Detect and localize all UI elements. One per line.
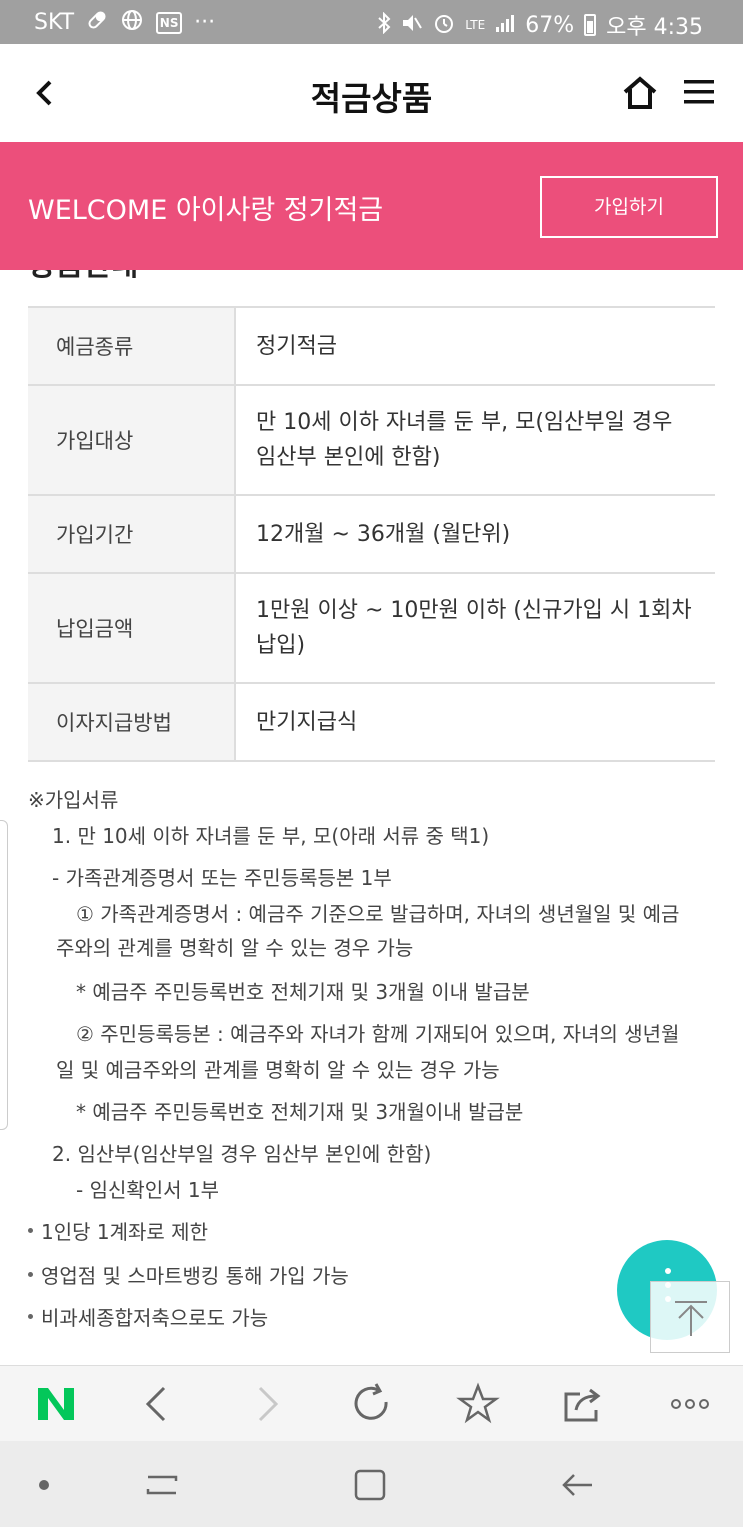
row-label: 이자지급방법: [28, 684, 236, 760]
system-back-icon[interactable]: [556, 1463, 600, 1507]
carrier-label: SKT: [34, 10, 75, 35]
bluetooth-icon: [377, 11, 391, 39]
bullet-icon: [28, 1314, 33, 1319]
list-item: 비과세종합저축으로도 가능: [28, 1302, 268, 1331]
product-name: WELCOME 아이사랑 정기적금: [28, 195, 384, 226]
globe-icon: [120, 9, 144, 36]
row-value: 1만원 이상 ~ 10만원 이하 (신규가입 시 1회차 납입): [256, 598, 692, 658]
doc-2-line-b: 일 및 예금주와의 관계를 명확히 알 수 있는 경우 가능: [56, 1058, 500, 1082]
home-icon[interactable]: [622, 76, 658, 110]
row-value: 12개월 ~ 36개월 (월단위): [256, 521, 511, 547]
doc-1-line-a: ① 가족관계증명서 : 예금주 기준으로 발급하며, 자녀의 생년월일 및 예금: [76, 902, 680, 926]
table-row: 가입대상 만 10세 이하 자녀를 둔 부, 모(임산부일 경우 임산부 본인에…: [28, 386, 715, 496]
battery-percent: 67%: [525, 12, 575, 38]
bookmark-star-icon[interactable]: [454, 1380, 502, 1428]
row-label: 가입기간: [28, 496, 236, 572]
network-type-label: LTE: [465, 18, 486, 32]
mute-icon: [401, 12, 423, 39]
app-header: 적금상품: [0, 44, 743, 142]
table-row: 예금종류 정기적금: [28, 308, 715, 386]
ns-badge-icon: NS: [156, 11, 183, 34]
recent-apps-icon[interactable]: [140, 1463, 184, 1507]
join-button[interactable]: 가입하기: [540, 176, 718, 238]
list-item: 1인당 1계좌로 제한: [28, 1216, 208, 1245]
dot-icon[interactable]: [22, 1463, 66, 1507]
bullet-text: 비과세종합저축으로도 가능: [41, 1306, 269, 1330]
scroll-indicator[interactable]: [0, 820, 8, 1130]
more-options-icon[interactable]: [666, 1380, 714, 1428]
bullet-icon: [28, 1228, 33, 1233]
doc-1-line-b: 주와의 관계를 명확히 알 수 있는 경우 가능: [56, 936, 414, 960]
doc-2-note: * 예금주 주민등록번호 전체기재 및 3개월이내 발급분: [76, 1100, 524, 1124]
notes-heading: ※가입서류: [28, 788, 119, 812]
more-notifications-icon: ···: [194, 10, 216, 35]
home-square-icon[interactable]: [348, 1463, 392, 1507]
product-banner: WELCOME 아이사랑 정기적금 가입하기: [0, 142, 743, 270]
signal-icon: [495, 13, 515, 38]
row-value: 정기적금: [256, 333, 337, 359]
row-label: 가입대상: [28, 386, 236, 494]
row-value: 만기지급식: [256, 709, 358, 735]
notes-item-1-sub: - 가족관계증명서 또는 주민등록등본 1부: [52, 866, 392, 890]
naver-icon[interactable]: [32, 1380, 80, 1428]
bullet-text: 1인당 1계좌로 제한: [41, 1220, 208, 1244]
battery-icon: [584, 14, 597, 36]
table-row: 가입기간 12개월 ~ 36개월 (월단위): [28, 496, 715, 574]
list-item: 영업점 및 스마트뱅킹 통해 가입 가능: [28, 1260, 349, 1289]
hamburger-menu-icon[interactable]: [684, 78, 714, 106]
table-row: 납입금액 1만원 이상 ~ 10만원 이하 (신규가입 시 1회차 납입): [28, 574, 715, 684]
browser-toolbar: [0, 1365, 743, 1441]
scroll-to-top-button[interactable]: [650, 1281, 730, 1353]
status-bar: SKT NS ··· LTE 67% 오후 4:35: [0, 0, 743, 44]
share-icon[interactable]: [560, 1380, 608, 1428]
notes-item-2-sub: - 임신확인서 1부: [76, 1178, 220, 1202]
notes-item-1: 1. 만 10세 이하 자녀를 둔 부, 모(아래 서류 중 택1): [52, 824, 490, 848]
doc-2-line-a: ② 주민등록등본 : 예금주와 자녀가 함께 기재되어 있으며, 자녀의 생년월: [76, 1022, 680, 1046]
browser-back-icon[interactable]: [134, 1380, 182, 1428]
bullet-icon: [28, 1272, 33, 1277]
row-label: 예금종류: [28, 308, 236, 384]
notes-item-2: 2. 임산부(임산부일 경우 임산부 본인에 한함): [52, 1142, 432, 1166]
row-label: 납입금액: [28, 574, 236, 682]
system-navigation-bar: [0, 1441, 743, 1527]
browser-forward-icon[interactable]: [244, 1380, 292, 1428]
table-row: 이자지급방법 만기지급식: [28, 684, 715, 762]
doc-1-note: * 예금주 주민등록번호 전체기재 및 3개월 이내 발급분: [76, 980, 530, 1004]
bullet-text: 영업점 및 스마트뱅킹 통해 가입 가능: [41, 1264, 349, 1288]
pill-icon: [86, 9, 108, 36]
clock: 오후 4:35: [606, 15, 703, 40]
row-value: 만 10세 이하 자녀를 둔 부, 모(임산부일 경우 임산부 본인에 한함): [256, 410, 673, 470]
product-info-table: 예금종류 정기적금 가입대상 만 10세 이하 자녀를 둔 부, 모(임산부일 …: [28, 306, 715, 762]
arrow-up-icon: [675, 1301, 707, 1336]
alarm-icon: [433, 12, 455, 39]
refresh-icon[interactable]: [348, 1380, 396, 1428]
